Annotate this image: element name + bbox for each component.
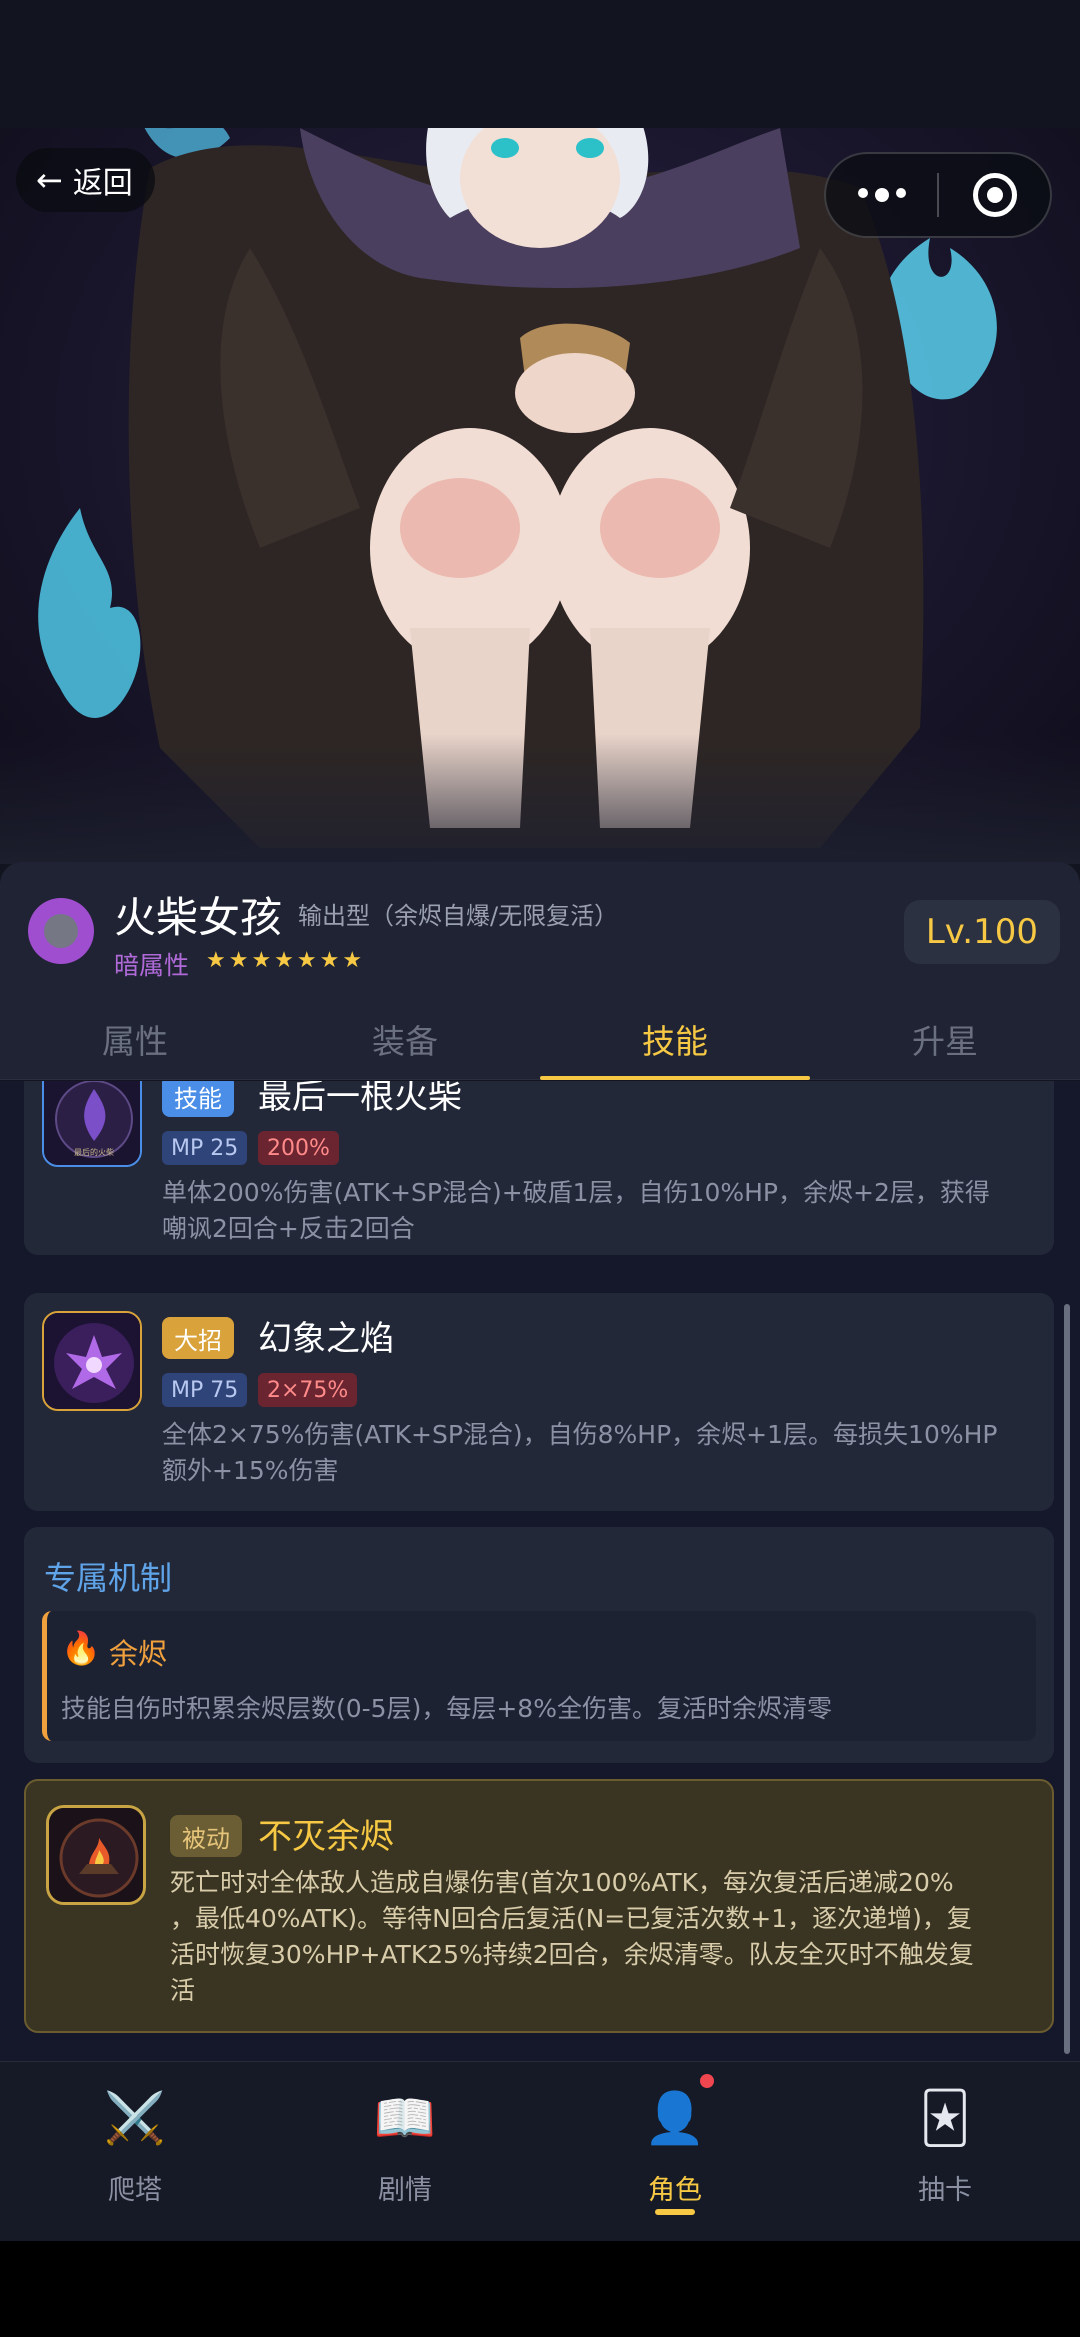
skill-type-tag: 技能 (162, 1081, 234, 1117)
character-info-card: 火柴女孩 输出型（余烬自爆/无限复活） 暗属性 ★★★★★★★ Lv.100 (0, 862, 1080, 998)
back-button[interactable]: ← 返回 (16, 148, 155, 212)
mp-cost: MP 75 (162, 1373, 248, 1407)
close-miniprogram-icon[interactable] (939, 173, 1050, 217)
nav-label: 抽卡 (918, 2175, 972, 2206)
damage-multiplier: 2×75% (258, 1373, 358, 1407)
mechanic-box: 🔥 余烬 技能自伤时积累余烬层数(0-5层)，每层+8%全伤害。复活时余烬清零 (42, 1611, 1036, 1741)
mp-cost: MP 25 (162, 1131, 248, 1165)
active-indicator (655, 2209, 695, 2215)
damage-multiplier: 200% (258, 1131, 339, 1165)
skill-description: 全体2×75%伤害(ATK+SP混合)，自伤8%HP，余烬+1层。每损失10%H… (162, 1420, 998, 1485)
skill-description: 单体200%伤害(ATK+SP混合)+破盾1层，自伤10%HP，余烬+2层，获得… (162, 1178, 990, 1243)
nav-label: 爬塔 (108, 2175, 162, 2206)
system-bottom-bar (0, 2241, 1080, 2337)
character-tabs: 属性 装备 技能 升星 (0, 998, 1080, 1080)
skill-phantom-flame-icon (42, 1311, 142, 1411)
character-portrait (0, 128, 1080, 864)
skill-card[interactable]: 最后的火柴 技能 最后一根火柴 MP 25 200% 单体200%伤害(ATK+… (24, 1081, 1054, 1255)
user-silhouette-icon: 👤 (643, 2089, 707, 2147)
nav-item-character[interactable]: 👤 角色 (540, 2062, 810, 2241)
exclusive-mechanic-section: 专属机制 🔥 余烬 技能自伤时积累余烬层数(0-5层)，每层+8%全伤害。复活时… (24, 1527, 1054, 1763)
passive-name: 不灭余烬 (258, 1817, 394, 1857)
nav-label: 剧情 (378, 2175, 432, 2206)
nav-item-gacha[interactable]: 🃏 抽卡 (810, 2062, 1080, 2241)
scrollbar[interactable] (1064, 1304, 1070, 2054)
passive-tag: 被动 (170, 1815, 242, 1857)
skill-icon-caption: 最后的火柴 (74, 1147, 114, 1157)
back-arrow-icon: ← (36, 161, 63, 199)
skill-dark-match-icon: 最后的火柴 (42, 1081, 142, 1167)
more-options-icon[interactable] (826, 188, 937, 202)
nav-item-tower[interactable]: ⚔️ 爬塔 (0, 2062, 270, 2241)
attribute-orb-icon (28, 898, 94, 964)
passive-skill-card[interactable]: 被动 不灭余烬 死亡时对全体敌人造成自爆伤害(首次100%ATK，每次复活后递减… (24, 1779, 1054, 2033)
nav-item-story[interactable]: 📖 剧情 (270, 2062, 540, 2241)
skill-name: 幻象之焰 (258, 1319, 394, 1359)
tab-star-up[interactable]: 升星 (810, 998, 1080, 1079)
level-badge: Lv.100 (903, 900, 1060, 964)
skill-name: 最后一根火柴 (258, 1081, 462, 1117)
nav-label: 角色 (648, 2175, 702, 2206)
character-attribute: 暗属性 (114, 951, 190, 980)
skill-card[interactable]: 大招 幻象之焰 MP 75 2×75% 全体2×75%伤害(ATK+SP混合)，… (24, 1293, 1054, 1511)
skill-type-tag: 大招 (162, 1317, 234, 1359)
open-book-icon: 📖 (373, 2089, 437, 2147)
fire-icon: 🔥 (61, 1629, 101, 1667)
crossed-swords-icon: ⚔️ (103, 2089, 167, 2147)
mechanic-description: 技能自伤时积累余烬层数(0-5层)，每层+8%全伤害。复活时余烬清零 (61, 1694, 832, 1723)
character-type: 输出型（余烬自爆/无限复活） (298, 902, 619, 930)
star-rating: ★★★★★★★ (206, 948, 366, 973)
mechanic-name: 余烬 (109, 1637, 168, 1671)
notification-dot (700, 2074, 714, 2088)
bottom-navigation: ⚔️ 爬塔 📖 剧情 👤 角色 🃏 抽卡 (0, 2061, 1080, 2241)
back-label: 返回 (72, 166, 133, 201)
tab-skills[interactable]: 技能 (540, 998, 810, 1080)
character-name: 火柴女孩 (114, 893, 283, 942)
tab-attributes[interactable]: 属性 (0, 998, 270, 1079)
passive-description: 死亡时对全体敌人造成自爆伤害(首次100%ATK，每次复活后递减20% ，最低4… (170, 1868, 974, 2005)
joker-card-icon: 🃏 (919, 2089, 971, 2147)
mechanic-section-title: 专属机制 (44, 1559, 173, 1597)
miniprogram-capsule (824, 152, 1052, 238)
passive-ember-icon (46, 1805, 146, 1905)
tab-equipment[interactable]: 装备 (270, 998, 540, 1079)
skills-list[interactable]: 最后的火柴 技能 最后一根火柴 MP 25 200% 单体200%伤害(ATK+… (0, 1081, 1080, 2061)
